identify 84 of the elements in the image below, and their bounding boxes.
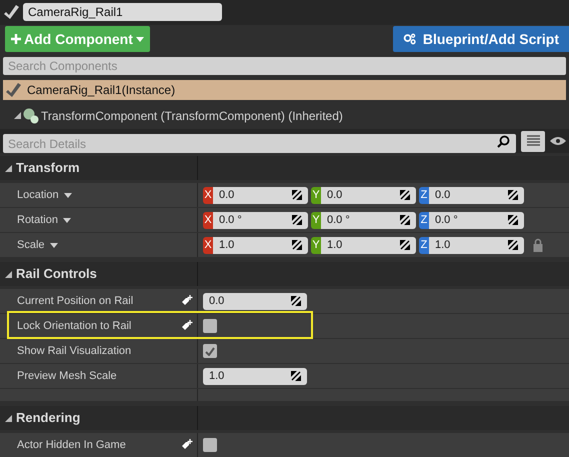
field-value: 0.0 ° [435,212,458,228]
property-label: Current Position on Rail [17,294,134,309]
number-field[interactable]: 0.0 [203,292,307,310]
axis-label: X [203,236,213,254]
axis-label: Z [419,212,429,228]
expand-arrow-icon[interactable] [5,414,12,422]
field-value: 1.0 [435,238,450,253]
expand-arrow-icon[interactable] [5,270,12,278]
field-value: 1.0 [219,238,234,253]
number-field[interactable]: 0.0 [213,186,308,204]
number-field[interactable]: 0.0 ° [321,212,416,228]
actor-name-field[interactable]: CameraRig_Rail1 [23,3,222,22]
caret-icon [50,242,58,248]
drag-handle-icon [508,215,518,225]
drag-handle-icon [400,240,410,250]
drag-handle-icon [292,215,302,225]
sphere-icon [23,108,39,124]
field-value: 0.0 [219,188,234,203]
component-row[interactable]: CameraRig_Rail1(Instance) [3,80,566,100]
number-field[interactable]: 1.0 [429,236,524,254]
checkbox[interactable] [203,319,217,333]
property-label: Lock Orientation to Rail [17,318,132,334]
field-value: 0.0 [327,188,342,203]
section-title[interactable]: Rail Controls [16,264,97,284]
reset-to-default-icon[interactable] [181,295,193,307]
checkbox[interactable] [203,438,217,452]
caret-icon [64,192,72,198]
drag-handle-icon [400,215,410,225]
drag-handle-icon [291,371,301,381]
drag-handle-icon [291,296,301,306]
lock-icon[interactable] [533,238,543,252]
property-label: Scale [17,238,45,253]
component-label: TransformComponent (TransformComponent) (Inherited) [41,108,343,125]
search-details-field[interactable]: Search Details [3,134,516,154]
axis-label: Z [419,186,429,204]
drag-handle-icon [508,240,518,250]
component-label: CameraRig_Rail1(Instance) [27,82,176,99]
property-label: Show Rail Visualization [17,344,132,359]
reset-to-default-icon[interactable] [181,439,193,451]
property-label: Preview Mesh Scale [17,368,117,384]
property-label: Location [17,188,59,203]
number-field[interactable]: 0.0 [429,186,524,204]
expand-arrow-icon[interactable] [5,164,12,172]
list-icon [526,135,540,148]
field-value: 0.0 ° [327,212,350,228]
drag-handle-icon [292,190,302,200]
number-field[interactable]: 0.0 [321,186,416,204]
caret-icon [62,218,71,222]
section-title[interactable]: Transform [16,158,80,178]
property-label: Actor Hidden In Game [17,438,126,453]
eye-icon[interactable] [550,136,566,146]
axis-label: Z [419,236,429,254]
section-title[interactable]: Rendering [16,408,80,428]
drag-handle-icon [400,190,410,200]
axis-label: Y [311,236,321,254]
number-field[interactable]: 1.0 [321,236,416,254]
field-value: 0.0 [435,188,450,203]
field-value: 0.0 [209,294,224,309]
checkmark-icon [205,346,215,356]
number-field[interactable]: 0.0 ° [213,212,308,228]
component-row[interactable]: TransformComponent (TransformComponent) (Inherited) [14,106,569,126]
property-label: Rotation [17,212,58,228]
search-components-field[interactable]: Search Components [3,56,566,75]
axis-label: Y [311,212,321,228]
gears-icon [403,33,416,46]
search-icon [497,134,510,148]
axis-label: X [203,212,213,228]
field-value: 1.0 [209,368,224,384]
caret-icon [136,36,144,42]
axis-label: Y [311,186,321,204]
drag-handle-icon [292,240,302,250]
drag-handle-icon [508,190,518,200]
number-field[interactable]: 1.0 [213,236,308,254]
field-value: 1.0 [327,238,342,253]
blueprint-button[interactable]: Blueprint/Add Script [393,26,569,52]
number-field[interactable]: 1.0 [203,368,307,384]
expand-arrow-icon[interactable] [14,112,21,120]
field-value: 0.0 ° [219,212,242,228]
reset-to-default-icon[interactable] [181,320,193,332]
number-field[interactable]: 0.0 ° [429,212,524,228]
plus-icon [11,34,21,44]
axis-label: X [203,186,213,204]
view-options-button[interactable] [521,130,545,152]
checkbox[interactable] [203,344,217,358]
